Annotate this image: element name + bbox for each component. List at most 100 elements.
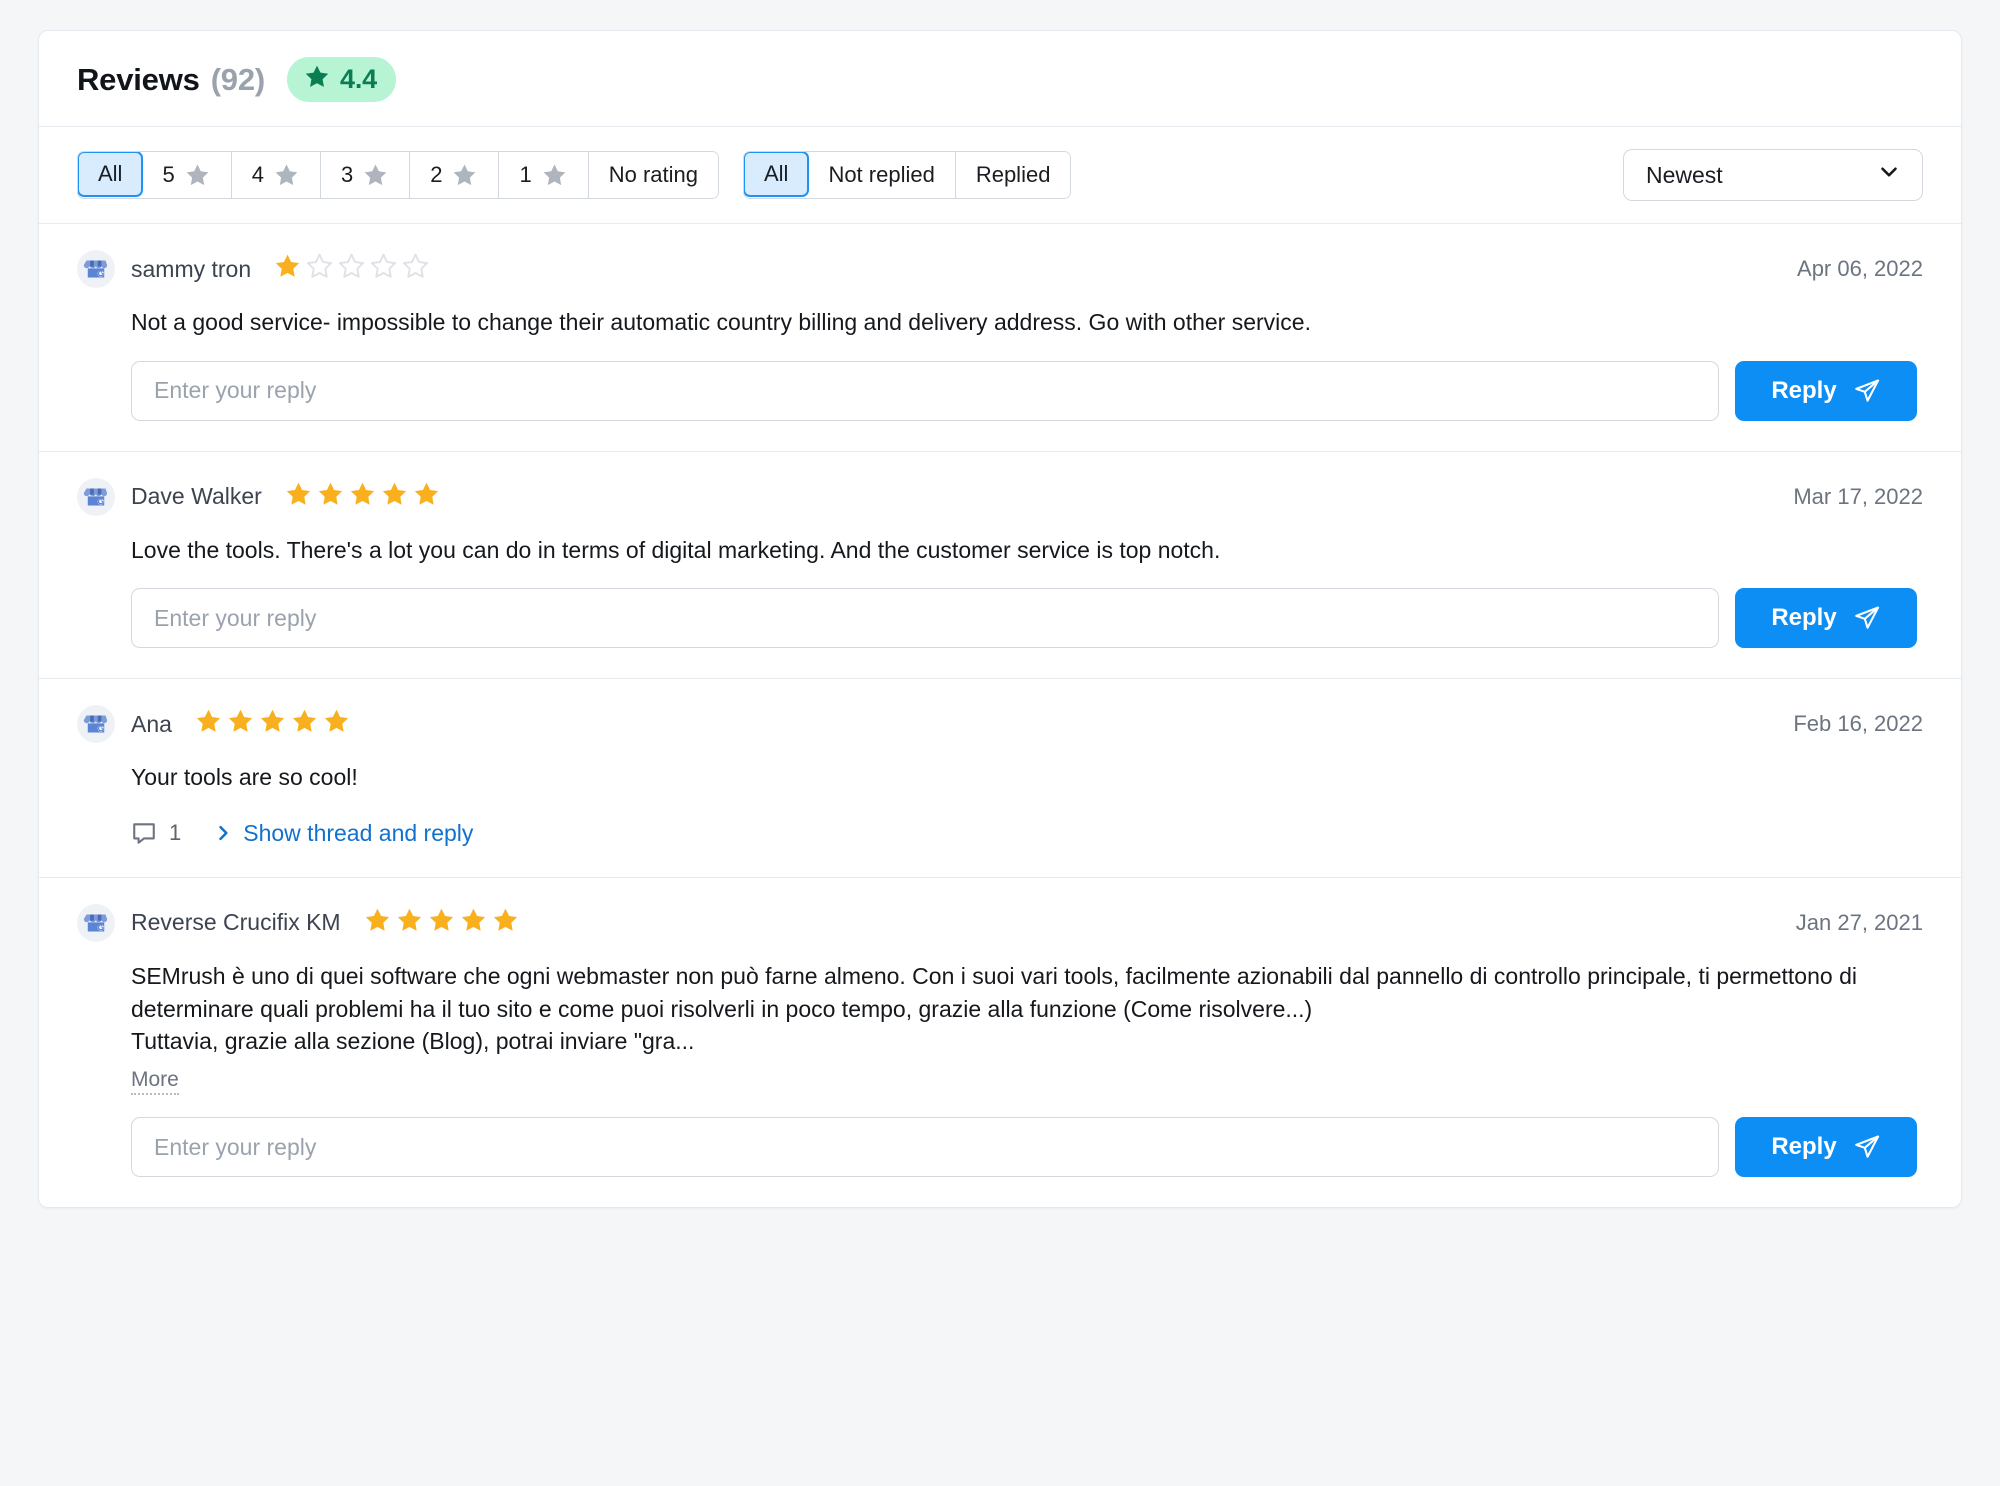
star-icon xyxy=(305,252,334,286)
star-icon xyxy=(303,63,331,96)
thread-link-label: Show thread and reply xyxy=(243,819,474,846)
review-item: Reverse Crucifix KM Jan 27, 2021 SEMrush è… xyxy=(39,878,1961,1207)
reply-button-label: Reply xyxy=(1771,604,1837,632)
review-date: Apr 06, 2022 xyxy=(1797,256,1923,281)
rating-filter-2[interactable]: 2 xyxy=(410,152,500,198)
sort-select[interactable]: Newest xyxy=(1623,149,1923,201)
show-thread-and-reply-link[interactable]: Show thread and reply xyxy=(213,820,473,847)
reply-button-label: Reply xyxy=(1771,376,1837,404)
google-business-storefront-icon xyxy=(77,250,115,288)
review-thread-row: 1 Show thread and reply xyxy=(131,820,1923,847)
google-business-storefront-icon xyxy=(77,903,115,942)
review-date: Feb 16, 2022 xyxy=(1793,711,1923,737)
review-paragraph: Tuttavia, grazie alla sezione (Blog), po… xyxy=(131,1028,695,1055)
review-rating-stars xyxy=(273,252,430,286)
sort-selected-value: Newest xyxy=(1646,161,1723,188)
reply-filter-all[interactable]: All xyxy=(743,152,810,197)
reply-row: Reply xyxy=(131,588,1923,649)
star-icon xyxy=(322,707,351,741)
reply-button[interactable]: Reply xyxy=(1735,588,1917,649)
star-icon xyxy=(363,906,392,940)
reply-input[interactable] xyxy=(131,588,1719,649)
chevron-right-icon xyxy=(213,823,233,843)
rating-filter-4[interactable]: 4 xyxy=(231,152,321,198)
reviews-card: Reviews (92) 4.4 All 5 4 3 2 1 No rating All No… xyxy=(38,30,1962,1209)
star-icon xyxy=(401,252,430,286)
review-paragraph: SEMrush è uno di quei software che ogni … xyxy=(131,962,1857,1022)
reviews-count: (92) xyxy=(210,61,266,97)
review-text: SEMrush è uno di quei software che ogni … xyxy=(131,960,1901,1058)
star-icon xyxy=(284,480,313,514)
review-paragraph: Not a good service- impossible to change… xyxy=(131,309,1311,335)
filter-label: 2 xyxy=(430,162,443,187)
star-icon xyxy=(226,707,255,741)
average-rating-badge: 4.4 xyxy=(287,57,396,102)
review-text: Love the tools. There's a lot you can do… xyxy=(131,534,1901,567)
send-icon xyxy=(1853,1133,1881,1161)
filter-label: 3 xyxy=(340,162,354,187)
star-icon xyxy=(427,906,456,940)
review-rating-stars xyxy=(194,707,351,741)
review-item: sammy tron Apr 06, 2022 Not a good service… xyxy=(39,224,1961,452)
reply-button[interactable]: Reply xyxy=(1735,1117,1917,1178)
reply-filter-not-replied[interactable]: Not replied xyxy=(808,152,956,198)
star-icon xyxy=(412,480,441,514)
review-author: Reverse Crucifix KM xyxy=(131,909,341,936)
star-icon xyxy=(491,906,520,940)
reply-input[interactable] xyxy=(131,360,1719,421)
review-date: Jan 27, 2021 xyxy=(1795,909,1923,935)
reply-button-label: Reply xyxy=(1771,1133,1837,1161)
star-icon xyxy=(395,906,424,940)
review-paragraph: Your tools are so cool! xyxy=(131,764,358,791)
chevron-down-icon xyxy=(1876,159,1902,191)
page-title: Reviews xyxy=(77,61,200,97)
rating-filter-5[interactable]: 5 xyxy=(142,152,232,198)
thread-comment-count: 1 xyxy=(169,820,182,846)
star-icon xyxy=(362,162,389,189)
filter-label: 5 xyxy=(162,162,175,187)
send-icon xyxy=(1853,604,1881,632)
star-icon xyxy=(184,162,211,189)
review-date: Mar 17, 2022 xyxy=(1793,483,1923,509)
rating-filter-3[interactable]: 3 xyxy=(320,152,411,198)
star-icon xyxy=(348,480,377,514)
reply-button[interactable]: Reply xyxy=(1735,360,1917,421)
reply-input[interactable] xyxy=(131,1117,1719,1178)
reply-filter-replied[interactable]: Replied xyxy=(955,152,1071,198)
star-icon xyxy=(258,707,287,741)
reviews-list: sammy tron Apr 06, 2022 Not a good service… xyxy=(39,224,1961,1207)
review-header: Ana Feb 16, 2022 xyxy=(77,705,1923,744)
rating-filter-group: All 5 4 3 2 1 No rating xyxy=(77,151,719,199)
filter-label: 4 xyxy=(251,162,264,187)
reply-filter-group: All Not replied Replied xyxy=(742,151,1072,199)
show-more-link[interactable]: More xyxy=(131,1066,179,1096)
filter-label: 1 xyxy=(519,162,532,187)
filter-label: Replied xyxy=(975,162,1051,187)
reply-row: Reply xyxy=(131,1117,1923,1178)
rating-filter-no-rating[interactable]: No rating xyxy=(588,152,718,198)
review-header: Reverse Crucifix KM Jan 27, 2021 xyxy=(77,903,1923,942)
star-icon xyxy=(290,707,319,741)
filter-label: Not replied xyxy=(828,162,935,187)
star-icon xyxy=(541,162,568,189)
google-business-storefront-icon xyxy=(77,477,115,516)
filter-label: No rating xyxy=(608,162,698,187)
send-icon xyxy=(1853,377,1881,405)
star-icon xyxy=(337,252,366,286)
google-business-storefront-icon xyxy=(77,705,115,744)
review-rating-stars xyxy=(363,906,520,940)
rating-filter-all[interactable]: All xyxy=(77,152,144,197)
star-icon xyxy=(316,480,345,514)
star-icon xyxy=(273,162,300,189)
rating-filter-1[interactable]: 1 xyxy=(499,152,589,198)
review-author: Dave Walker xyxy=(131,483,262,510)
filter-label: All xyxy=(763,161,789,186)
sort-control-wrapper: Newest xyxy=(1623,149,1923,201)
review-item: Dave Walker Mar 17, 2022 Love the tools. T… xyxy=(39,452,1961,680)
star-icon xyxy=(459,906,488,940)
star-icon xyxy=(380,480,409,514)
review-header: Dave Walker Mar 17, 2022 xyxy=(77,477,1923,516)
review-author: sammy tron xyxy=(131,255,252,282)
comment-bubble-icon xyxy=(131,820,157,846)
review-header: sammy tron Apr 06, 2022 xyxy=(77,250,1923,288)
